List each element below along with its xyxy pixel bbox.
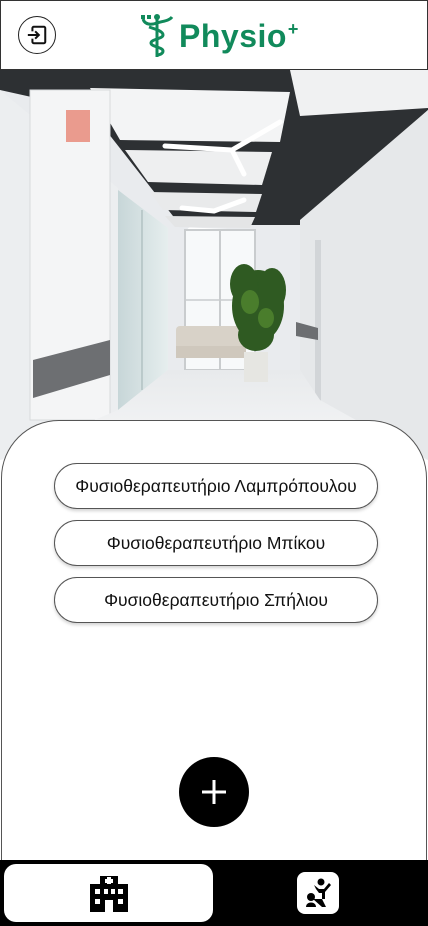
hallway-photo: [0, 70, 428, 460]
caduceus-icon: [141, 14, 174, 57]
app-logo: Physio+: [139, 11, 299, 61]
clinic-label: Φυσιοθεραπευτήριο Σπήλιου: [104, 589, 328, 610]
plus-icon: [202, 780, 226, 804]
physiotherapy-icon: [306, 878, 331, 907]
logo-text: Physio+: [179, 17, 299, 54]
clinic-label: Φυσιοθεραπευτήριο Μπίκου: [106, 532, 326, 553]
top-bar: Physio+: [0, 0, 428, 70]
logout-icon: [27, 25, 47, 45]
add-clinic-button[interactable]: [179, 757, 249, 827]
logout-button[interactable]: [18, 16, 56, 54]
nav-physio-tab[interactable]: [297, 872, 339, 914]
hospital-icon: [89, 876, 128, 912]
clinic-button-spiliou[interactable]: Φυσιοθεραπευτήριο Σπήλιου: [54, 577, 378, 623]
bottom-navigation: [0, 860, 428, 926]
clinic-button-lampropoulou[interactable]: Φυσιοθεραπευτήριο Λαμπρόπουλου: [54, 463, 378, 509]
clinic-button-bikou[interactable]: Φυσιοθεραπευτήριο Μπίκου: [54, 520, 378, 566]
app-screen: Physio+ Φυσιοθεραπευτήριο Λαμπρόπουλου Φ…: [0, 0, 428, 926]
hero-image: [0, 70, 428, 460]
nav-clinics-tab[interactable]: [4, 864, 213, 922]
clinic-label: Φυσιοθεραπευτήριο Λαμπρόπουλου: [75, 475, 357, 496]
